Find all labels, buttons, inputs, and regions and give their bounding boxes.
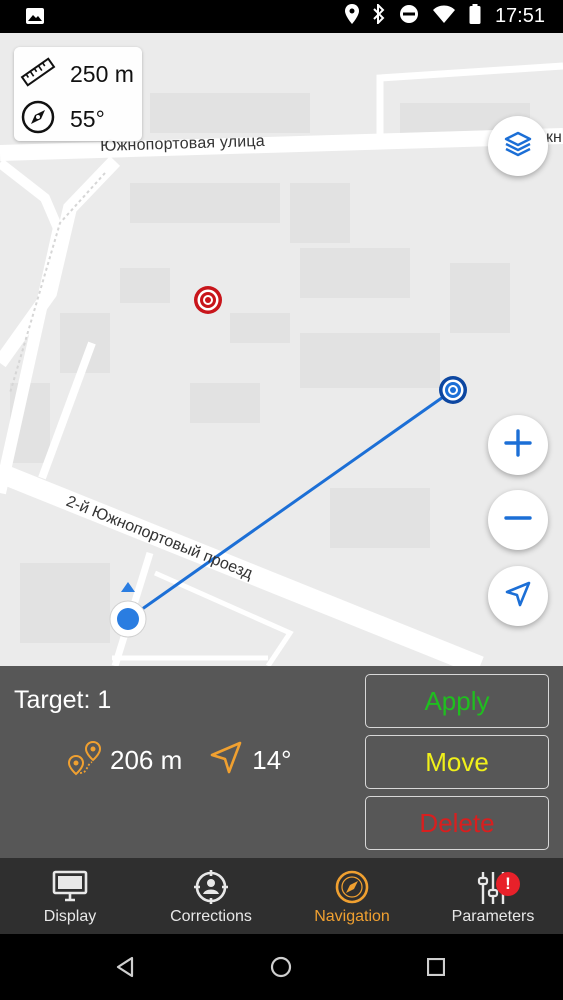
zoom-out-button[interactable] bbox=[488, 490, 548, 550]
home-icon[interactable] bbox=[270, 956, 292, 983]
do-not-disturb-icon bbox=[399, 4, 419, 29]
target-marker-blue[interactable] bbox=[438, 375, 468, 405]
compass-icon bbox=[334, 870, 370, 909]
tab-label: Navigation bbox=[314, 908, 390, 925]
status-bar: 17:51 bbox=[0, 0, 563, 33]
compass-needle-icon bbox=[20, 99, 56, 140]
layers-icon bbox=[503, 129, 533, 164]
bearing-label: 55° bbox=[70, 105, 105, 132]
wifi-icon bbox=[432, 5, 455, 28]
target-marker-red[interactable] bbox=[193, 285, 223, 315]
navigation-arrow-icon bbox=[503, 579, 533, 614]
tab-corrections[interactable]: Corrections bbox=[141, 858, 281, 934]
route-distance-icon bbox=[66, 740, 102, 781]
target-person-icon bbox=[193, 870, 229, 909]
zoom-in-button[interactable] bbox=[488, 415, 548, 475]
distance-value: 206 m bbox=[110, 745, 183, 775]
image-icon bbox=[26, 8, 44, 29]
back-icon[interactable] bbox=[114, 956, 136, 983]
bluetooth-icon bbox=[373, 2, 385, 29]
scale-label: 250 m bbox=[70, 60, 134, 87]
tab-display[interactable]: Display bbox=[0, 858, 140, 934]
scale-info-box: 250 m 55° bbox=[14, 47, 142, 141]
battery-icon bbox=[469, 4, 481, 29]
distance-direction-row: 206 m 14° bbox=[66, 740, 292, 781]
street-label-fragment: кн bbox=[546, 129, 562, 146]
delete-button[interactable]: Delete bbox=[365, 796, 549, 850]
current-location-marker bbox=[106, 580, 150, 642]
layers-button[interactable] bbox=[488, 116, 548, 176]
recents-icon[interactable] bbox=[426, 957, 446, 981]
target-label: Target: 1 bbox=[14, 686, 112, 714]
my-location-button[interactable] bbox=[488, 566, 548, 626]
target-panel: Target: 1 206 m 14° Apply Move Delete bbox=[0, 666, 563, 858]
system-nav-bar bbox=[0, 934, 563, 1000]
alert-badge: ! bbox=[496, 872, 520, 896]
map-view[interactable]: Южнопортовая улица кн 2-й Южнопортовый п… bbox=[0, 33, 563, 666]
ruler-icon bbox=[20, 54, 56, 95]
tab-label: Display bbox=[43, 908, 97, 925]
apply-button[interactable]: Apply bbox=[365, 674, 549, 728]
bottom-tab-bar: Display Corrections Navigation ! Paramet… bbox=[0, 858, 563, 934]
location-icon bbox=[344, 4, 359, 29]
monitor-icon bbox=[52, 870, 88, 907]
minus-icon bbox=[503, 503, 533, 538]
tab-label: Corrections bbox=[170, 908, 252, 925]
direction-arrow-icon bbox=[208, 740, 244, 781]
move-button[interactable]: Move bbox=[365, 735, 549, 789]
direction-value: 14° bbox=[252, 745, 292, 775]
tab-label: Parameters bbox=[451, 908, 535, 925]
tab-parameters[interactable]: ! Parameters bbox=[423, 858, 563, 934]
plus-icon bbox=[503, 428, 533, 463]
tab-navigation[interactable]: Navigation bbox=[282, 858, 422, 934]
clock: 17:51 bbox=[494, 5, 545, 27]
